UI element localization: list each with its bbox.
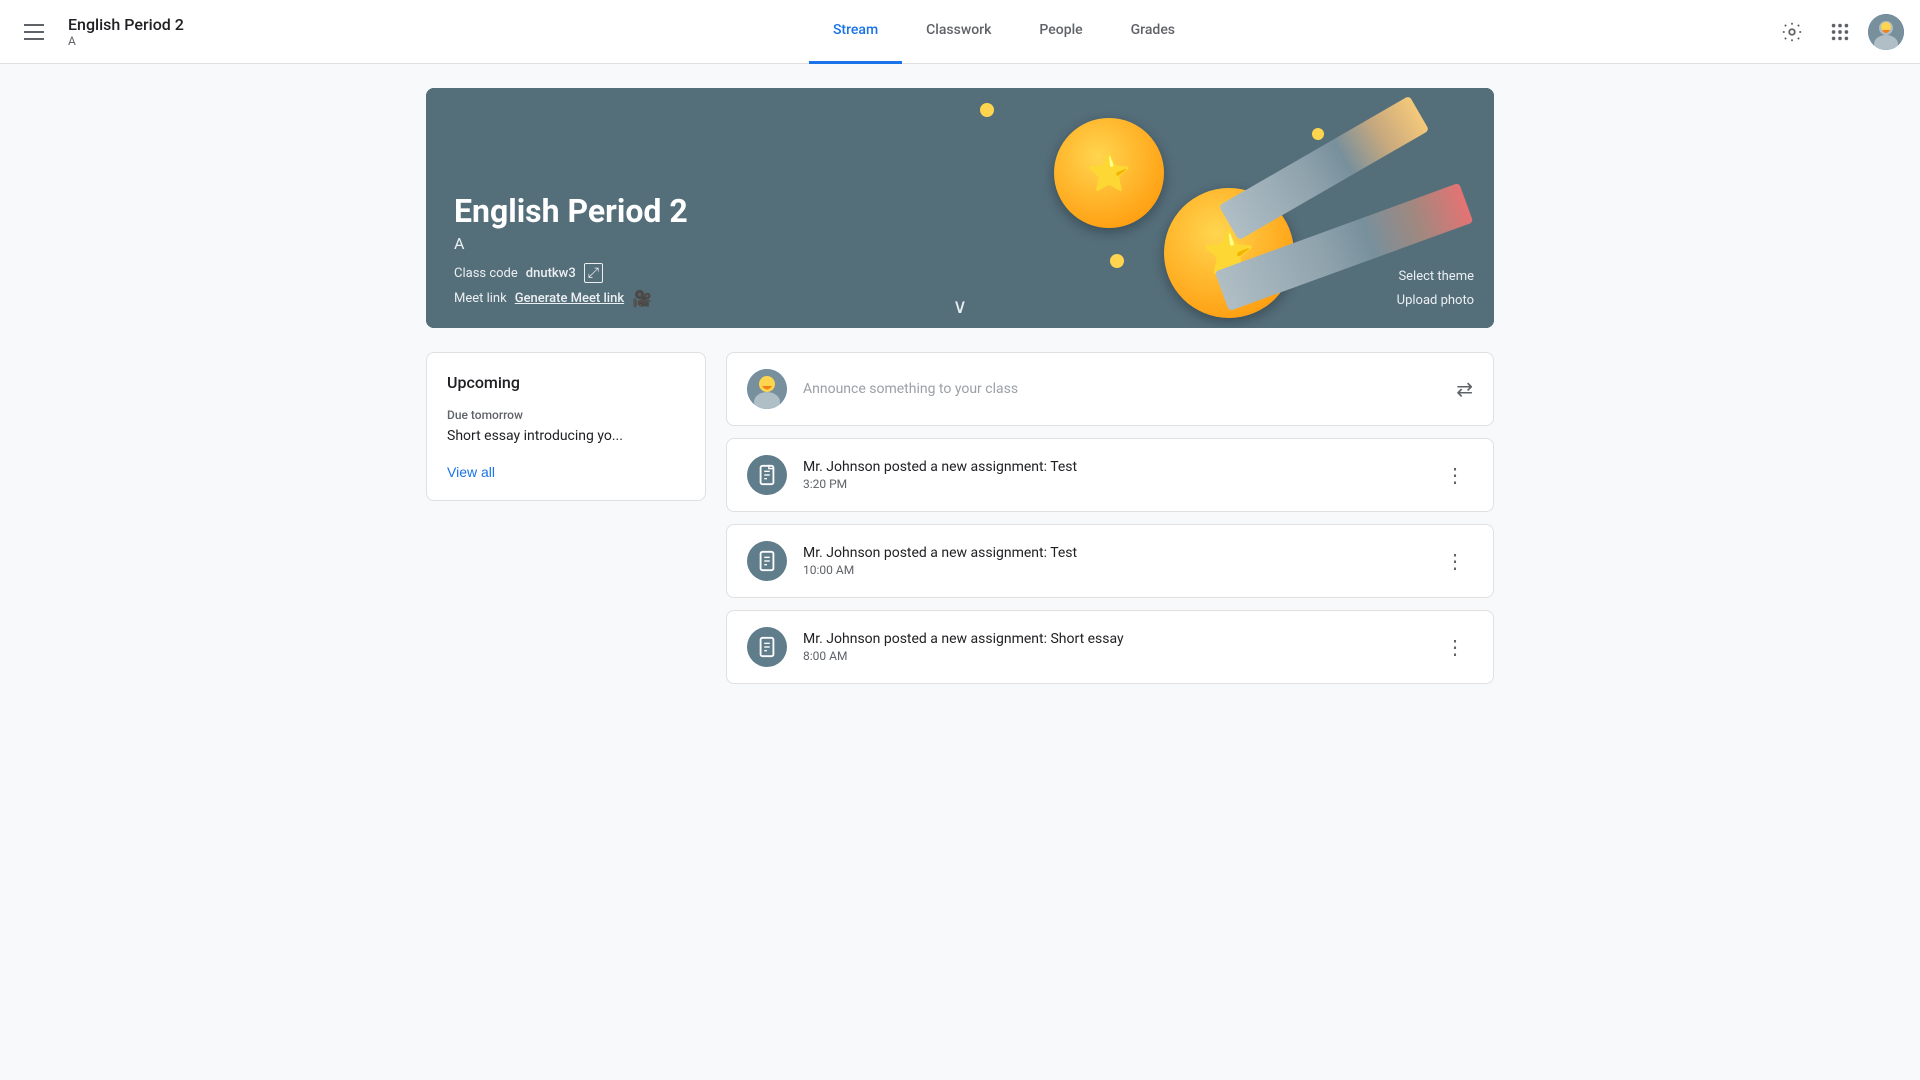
upcoming-title: Upcoming bbox=[447, 373, 685, 392]
post-menu-2[interactable]: ⋮ bbox=[1437, 631, 1473, 663]
banner-meet-link[interactable]: Generate Meet link bbox=[515, 291, 624, 306]
top-nav: English Period 2 A Stream Classwork Peop… bbox=[0, 0, 1920, 64]
video-camera-icon[interactable]: 🎥 bbox=[632, 289, 652, 308]
banner-dot-2 bbox=[1312, 128, 1324, 140]
due-label: Due tomorrow bbox=[447, 408, 685, 422]
post-title-0[interactable]: Mr. Johnson posted a new assignment: Tes… bbox=[803, 459, 1421, 475]
nav-tabs: Stream Classwork People Grades bbox=[236, 0, 1772, 64]
banner-meet-label: Meet link bbox=[454, 291, 507, 306]
banner-code-row: Class code dnutkw3 ⤢ bbox=[454, 263, 1466, 283]
gear-icon bbox=[1781, 21, 1803, 43]
announce-card: Announce something to your class ⇄ bbox=[726, 352, 1494, 426]
avatar-image bbox=[1868, 14, 1904, 50]
post-content-1: Mr. Johnson posted a new assignment: Tes… bbox=[803, 545, 1421, 577]
announce-avatar bbox=[747, 369, 787, 409]
body-layout: Upcoming Due tomorrow Short essay introd… bbox=[426, 352, 1494, 684]
banner-actions: Select theme Upload photo bbox=[1397, 265, 1474, 312]
banner-class-section: A bbox=[454, 234, 1466, 253]
class-banner: ⭐ ⭐ English Period 2 A Class code dnutkw… bbox=[426, 88, 1494, 328]
post-content-2: Mr. Johnson posted a new assignment: Sho… bbox=[803, 631, 1421, 663]
main-content: ⭐ ⭐ English Period 2 A Class code dnutkw… bbox=[410, 64, 1510, 708]
post-card-0: Mr. Johnson posted a new assignment: Tes… bbox=[726, 438, 1494, 512]
select-theme-button[interactable]: Select theme bbox=[1397, 265, 1474, 288]
post-card-2: Mr. Johnson posted a new assignment: Sho… bbox=[726, 610, 1494, 684]
settings-button[interactable] bbox=[1772, 12, 1812, 52]
hamburger-button[interactable] bbox=[16, 16, 52, 48]
nav-right bbox=[1772, 12, 1904, 52]
upload-photo-button[interactable]: Upload photo bbox=[1397, 289, 1474, 312]
post-card-1: Mr. Johnson posted a new assignment: Tes… bbox=[726, 524, 1494, 598]
stream-area: Announce something to your class ⇄ Mr. J… bbox=[726, 352, 1494, 684]
assignment-icon-2 bbox=[747, 627, 787, 667]
post-menu-1[interactable]: ⋮ bbox=[1437, 545, 1473, 577]
banner-dot-1 bbox=[980, 103, 994, 117]
nav-class-title: English Period 2 bbox=[68, 15, 184, 34]
banner-content: English Period 2 A Class code dnutkw3 ⤢ … bbox=[454, 192, 1466, 308]
banner-code-value: dnutkw3 bbox=[526, 266, 576, 281]
tab-classwork[interactable]: Classwork bbox=[902, 0, 1015, 64]
expand-code-icon[interactable]: ⤢ bbox=[584, 263, 603, 283]
tab-stream[interactable]: Stream bbox=[809, 0, 902, 64]
tab-people[interactable]: People bbox=[1015, 0, 1106, 64]
assignment-icon-0 bbox=[747, 455, 787, 495]
nav-left: English Period 2 A bbox=[16, 15, 236, 48]
due-item[interactable]: Short essay introducing yo... bbox=[447, 428, 685, 444]
announce-input[interactable]: Announce something to your class bbox=[803, 381, 1440, 397]
repost-icon[interactable]: ⇄ bbox=[1456, 377, 1473, 401]
post-title-1[interactable]: Mr. Johnson posted a new assignment: Tes… bbox=[803, 545, 1421, 561]
sidebar: Upcoming Due tomorrow Short essay introd… bbox=[426, 352, 706, 684]
post-content-0: Mr. Johnson posted a new assignment: Tes… bbox=[803, 459, 1421, 491]
post-title-2[interactable]: Mr. Johnson posted a new assignment: Sho… bbox=[803, 631, 1421, 647]
banner-code-label: Class code bbox=[454, 266, 518, 281]
tab-grades[interactable]: Grades bbox=[1107, 0, 1199, 64]
upcoming-card: Upcoming Due tomorrow Short essay introd… bbox=[426, 352, 706, 501]
post-time-1: 10:00 AM bbox=[803, 563, 1421, 577]
post-time-0: 3:20 PM bbox=[803, 477, 1421, 491]
user-avatar[interactable] bbox=[1868, 14, 1904, 50]
nav-title-block: English Period 2 A bbox=[68, 15, 184, 48]
banner-class-title: English Period 2 bbox=[454, 192, 1466, 230]
banner-collapse-button[interactable]: ∨ bbox=[953, 294, 968, 318]
assignment-icon-1 bbox=[747, 541, 787, 581]
nav-class-subtitle: A bbox=[68, 34, 184, 48]
post-time-2: 8:00 AM bbox=[803, 649, 1421, 663]
view-all-button[interactable]: View all bbox=[447, 464, 495, 480]
post-menu-0[interactable]: ⋮ bbox=[1437, 459, 1473, 491]
grid-icon bbox=[1829, 21, 1851, 43]
apps-button[interactable] bbox=[1820, 12, 1860, 52]
